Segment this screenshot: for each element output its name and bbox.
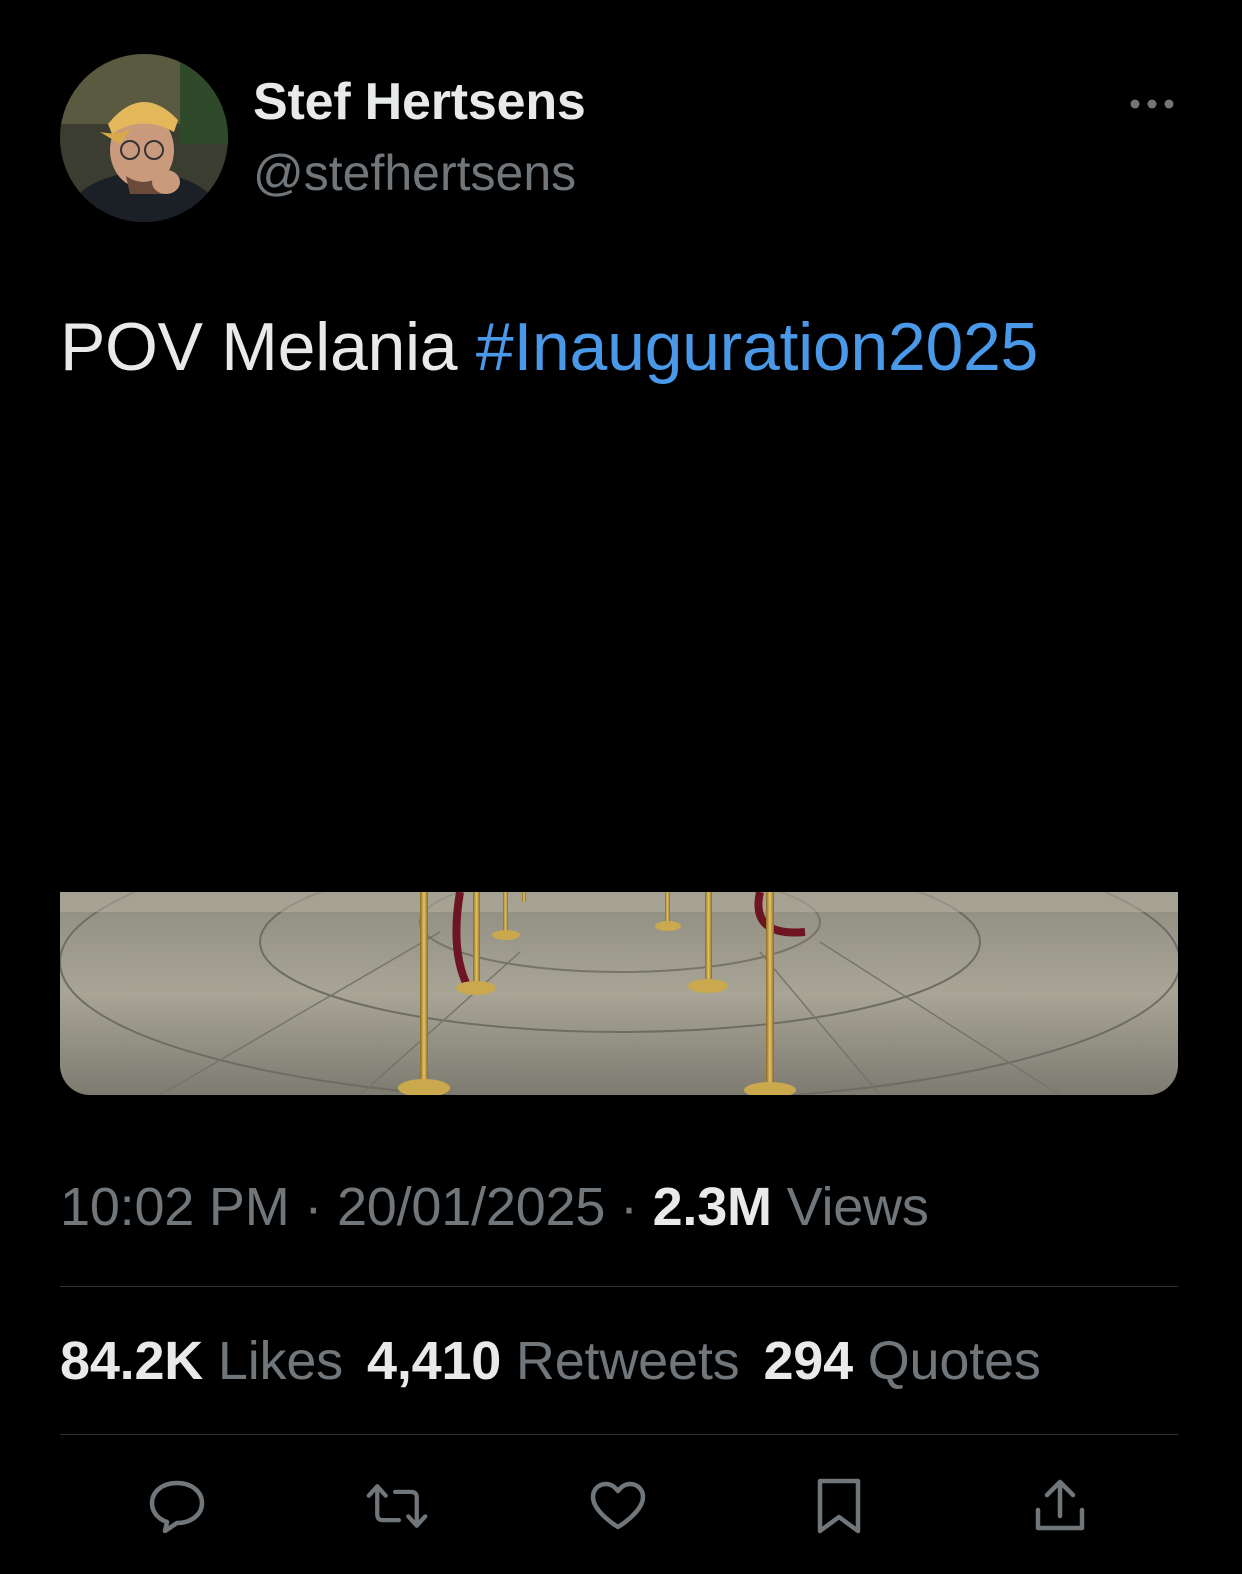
more-dots-icon <box>1130 99 1174 109</box>
retweet-icon <box>366 1484 428 1528</box>
avatar-image <box>60 54 228 222</box>
retweet-button[interactable] <box>365 1474 429 1538</box>
retweets-label: Retweets <box>501 1331 740 1391</box>
tweet-date[interactable]: 20/01/2025 <box>337 1177 605 1237</box>
tweet-time[interactable]: 10:02 PM <box>60 1177 290 1237</box>
quotes-count: 294 <box>763 1331 853 1391</box>
share-button[interactable] <box>1028 1474 1092 1538</box>
tweet-meta: 10:02 PM · 20/01/2025 · 2.3M Views <box>60 1176 929 1238</box>
meta-separator: · <box>605 1177 653 1237</box>
heart-icon <box>590 1481 646 1530</box>
more-options-button[interactable] <box>1124 86 1180 122</box>
hashtag-link[interactable]: #Inauguration2025 <box>476 309 1038 385</box>
reply-bubble-icon <box>149 1480 205 1533</box>
bookmark-button[interactable] <box>807 1474 871 1538</box>
engagement-stats: 84.2K Likes 4,410 Retweets 294 Quotes <box>60 1330 1041 1392</box>
share-upload-icon <box>1035 1479 1085 1531</box>
reply-button[interactable] <box>145 1474 209 1538</box>
user-handle[interactable]: @stefhertsens <box>253 144 576 202</box>
display-name[interactable]: Stef Hertsens <box>253 72 586 132</box>
tweet-detail: Stef Hertsens @stefhertsens POV Melania … <box>0 0 1242 1574</box>
avatar[interactable] <box>60 54 228 222</box>
meta-separator: · <box>289 1177 337 1237</box>
bookmark-icon <box>817 1478 861 1534</box>
likes-stat[interactable]: 84.2K Likes <box>60 1331 343 1391</box>
retweets-stat[interactable]: 4,410 Retweets <box>366 1331 740 1391</box>
like-button[interactable] <box>586 1474 650 1538</box>
views-label: Views <box>771 1177 929 1237</box>
divider <box>60 1434 1178 1435</box>
quotes-label: Quotes <box>852 1331 1041 1391</box>
tweet-text: POV Melania #Inauguration2025 <box>60 308 1038 386</box>
retweets-count: 4,410 <box>366 1331 502 1391</box>
tweet-body-text: POV Melania <box>60 309 476 385</box>
quotes-stat[interactable]: 294 Quotes <box>763 1331 1040 1391</box>
tweet-media-image[interactable] <box>60 892 1178 1095</box>
media-floor-image <box>60 892 1178 1095</box>
likes-label: Likes <box>203 1331 343 1391</box>
likes-count: 84.2K <box>60 1331 204 1391</box>
views-count: 2.3M <box>652 1177 772 1237</box>
action-bar <box>0 1474 1242 1538</box>
divider <box>60 1286 1178 1287</box>
